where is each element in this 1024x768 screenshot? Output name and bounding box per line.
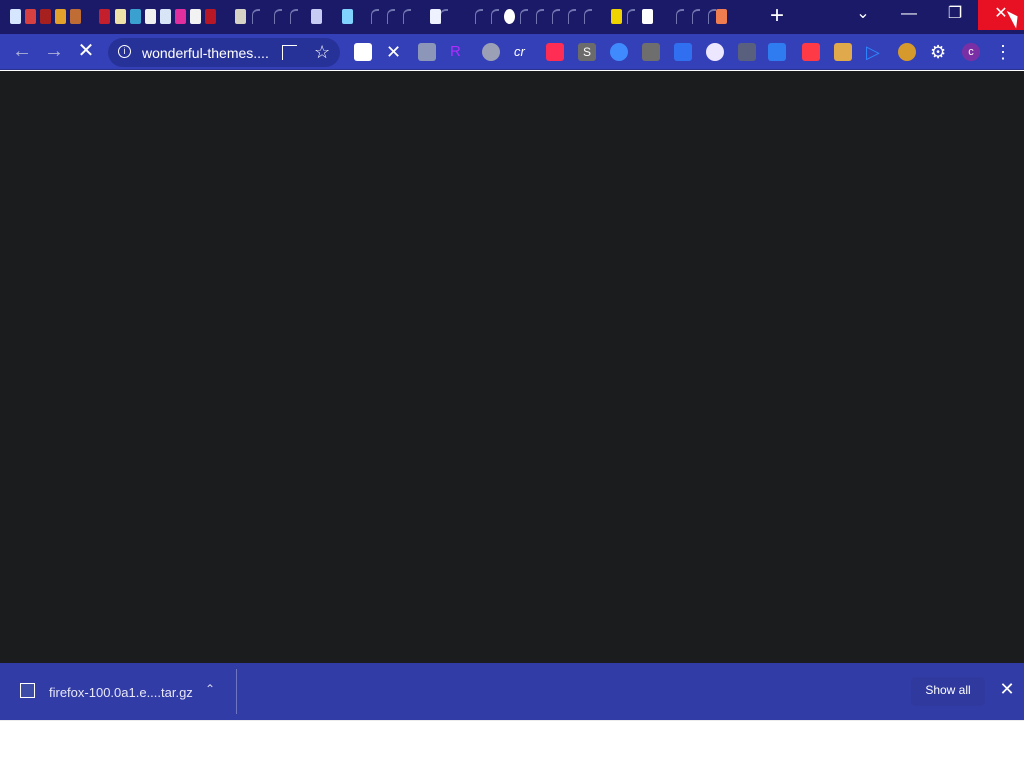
extension-icon[interactable] (834, 43, 852, 61)
profile-avatar[interactable]: c (962, 43, 980, 61)
extension-icon[interactable] (674, 43, 692, 61)
menu-icon[interactable]: ⋮ (994, 43, 1012, 61)
loading-tab-icon (252, 9, 260, 24)
extension-icon[interactable] (642, 43, 660, 61)
app-icon[interactable] (642, 9, 653, 24)
app-icon[interactable] (175, 9, 186, 24)
mail-icon[interactable] (25, 9, 36, 24)
steam-icon[interactable] (10, 9, 21, 24)
bookmark-star-icon[interactable]: ☆ (314, 42, 330, 63)
loading-tab-icon (440, 9, 448, 24)
close-x-extension-icon[interactable]: ✕ (386, 43, 404, 61)
brand-icon[interactable] (130, 9, 141, 24)
loading-tab-icon (403, 9, 411, 24)
browser-toolbar: ← → ✕ i wonderful-themes.... ☆ ✕ R cr S … (0, 34, 1024, 70)
extension-icon[interactable]: ▷ (866, 43, 884, 61)
file-icon (20, 683, 35, 698)
shelf-separator (236, 669, 237, 714)
app-icon[interactable] (55, 9, 66, 24)
new-tab-button[interactable]: + (762, 2, 792, 32)
site-info-icon[interactable]: i (118, 45, 131, 58)
close-shelf-icon[interactable]: ✕ (998, 680, 1016, 698)
extension-icon[interactable] (898, 43, 916, 61)
stop-loading-button[interactable]: ✕ (74, 40, 98, 64)
loading-tab-icon (387, 9, 395, 24)
loading-tab-icon (520, 9, 528, 24)
app-icon[interactable] (430, 9, 441, 24)
tab-search-icon[interactable]: ⌄ (840, 0, 886, 30)
app-icon[interactable] (311, 9, 322, 24)
loading-tab-icon (708, 9, 716, 24)
back-button[interactable]: ← (10, 40, 34, 64)
forward-button[interactable]: → (42, 40, 66, 64)
taskbar-area (0, 720, 1024, 768)
app-icon[interactable] (70, 9, 81, 24)
share-icon[interactable] (282, 45, 297, 60)
loading-tab-icon (491, 9, 499, 24)
download-shelf: firefox-100.0a1.e....tar.gz ⌃ Show all ✕ (0, 663, 1024, 720)
extension-icon[interactable] (768, 43, 786, 61)
address-bar[interactable]: i wonderful-themes.... ☆ (108, 38, 340, 67)
extension-icon[interactable]: R (450, 43, 468, 61)
app-icon[interactable] (99, 9, 110, 24)
app-icon[interactable] (190, 9, 201, 24)
loading-tab-icon (290, 9, 298, 24)
app-icon[interactable] (716, 9, 727, 24)
restore-button[interactable]: ❐ (932, 0, 978, 30)
chevron-up-icon[interactable]: ⌃ (205, 682, 215, 696)
extension-icon[interactable] (738, 43, 756, 61)
loading-tab-icon (627, 9, 635, 24)
extension-icon[interactable] (418, 43, 436, 61)
app-icon[interactable] (504, 9, 515, 24)
extension-icon[interactable] (802, 43, 820, 61)
extensions-menu-icon[interactable]: ⚙ (930, 43, 948, 61)
doc-icon[interactable] (115, 9, 126, 24)
bag-icon[interactable] (145, 9, 156, 24)
loading-tab-icon (676, 9, 684, 24)
app-icon[interactable] (205, 9, 216, 24)
loading-tab-icon (475, 9, 483, 24)
extension-icon[interactable] (482, 43, 500, 61)
minimize-button[interactable]: — (886, 0, 932, 30)
loading-tab-icon (371, 9, 379, 24)
loading-tab-icon (536, 9, 544, 24)
extension-icon[interactable]: cr (514, 43, 532, 61)
url-text[interactable]: wonderful-themes.... (142, 45, 269, 61)
extension-icon[interactable]: S (578, 43, 596, 61)
loading-tab-icon (274, 9, 282, 24)
app-icon[interactable] (160, 9, 171, 24)
download-file-name[interactable]: firefox-100.0a1.e....tar.gz (49, 685, 193, 700)
extension-icon[interactable] (546, 43, 564, 61)
app-icon[interactable] (235, 9, 246, 24)
web-content-area (0, 71, 1024, 663)
loading-tab-icon (584, 9, 592, 24)
show-all-button[interactable]: Show all (911, 677, 985, 706)
extension-icon[interactable] (610, 43, 628, 61)
loading-tab-icon (692, 9, 700, 24)
extension-icon[interactable] (706, 43, 724, 61)
extension-icon[interactable] (354, 43, 372, 61)
loading-tab-icon (568, 9, 576, 24)
app-icon[interactable] (611, 9, 622, 24)
loading-tab-icon (552, 9, 560, 24)
app-icon[interactable] (40, 9, 51, 24)
app-icon[interactable] (342, 9, 353, 24)
tab-strip: + ⌄ — ❐ ✕ (0, 0, 1024, 34)
